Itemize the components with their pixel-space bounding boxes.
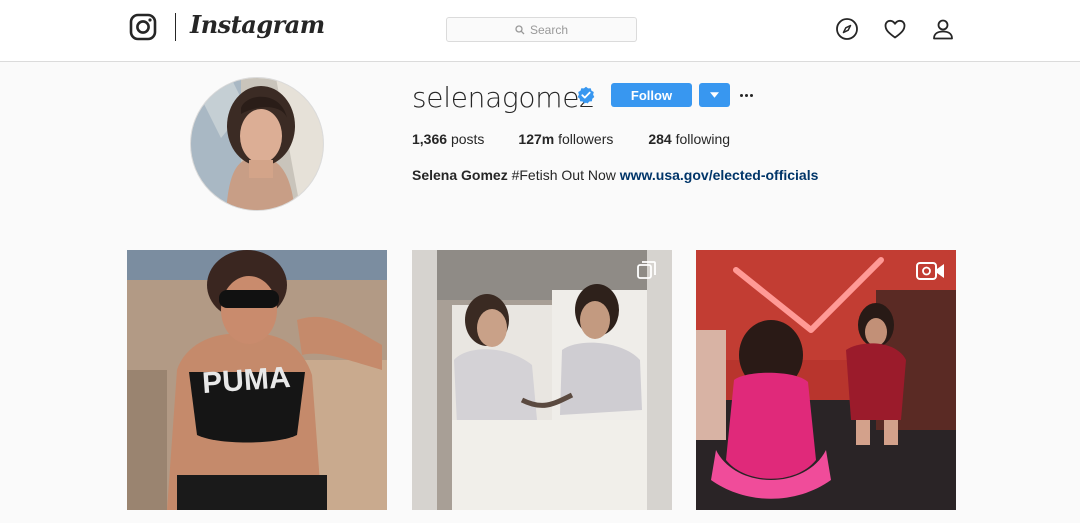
activity-heart-icon[interactable]: [883, 17, 907, 41]
bio-website-link[interactable]: www.usa.gov/elected-officials: [620, 167, 819, 183]
post-thumbnail[interactable]: [412, 250, 672, 510]
avatar-image: [191, 78, 323, 210]
followers-label: followers: [558, 131, 614, 147]
instagram-glyph-icon[interactable]: [129, 13, 157, 41]
follow-button[interactable]: Follow: [611, 83, 692, 107]
bio-text: #Fetish Out Now: [511, 167, 616, 183]
verified-badge-icon: [577, 86, 595, 104]
followers-count: 127m: [518, 131, 555, 147]
profile-stats: 1,366 posts 127m followers 284 following: [412, 131, 764, 147]
more-dot-icon: [739, 93, 743, 97]
svg-text:PUMA: PUMA: [201, 361, 291, 400]
instagram-logo-wordmark[interactable]: Instagram: [190, 10, 325, 39]
explore-compass-icon[interactable]: [835, 17, 859, 41]
video-camera-icon: [916, 262, 944, 280]
logo-divider: [175, 13, 176, 41]
carousel-icon: [637, 261, 656, 279]
search-placeholder: Search: [529, 22, 569, 37]
followers-stat[interactable]: 127m followers: [518, 131, 613, 147]
suggested-accounts-dropdown-button[interactable]: [699, 83, 730, 107]
search-input[interactable]: Search: [446, 17, 637, 42]
post-thumbnail[interactable]: [696, 250, 956, 510]
profile-person-icon[interactable]: [931, 17, 955, 41]
posts-count: 1,366: [412, 131, 448, 147]
more-dot-icon: [749, 93, 753, 97]
following-stat[interactable]: 284 following: [648, 131, 730, 147]
profile-avatar[interactable]: [190, 77, 324, 211]
more-options-button[interactable]: [737, 83, 755, 107]
post-thumbnail[interactable]: PUMA: [127, 250, 387, 510]
profile-username: selenagomez: [412, 81, 594, 114]
profile-bio: Selena Gomez #Fetish Out Now www.usa.gov…: [412, 167, 818, 183]
following-label: following: [675, 131, 731, 147]
posts-label: posts: [450, 131, 485, 147]
more-dot-icon: [744, 93, 748, 97]
chevron-down-icon: [710, 92, 719, 98]
top-navigation-bar: Instagram Search: [0, 0, 1080, 62]
posts-stat: 1,366 posts: [412, 131, 484, 147]
post-image: PUMA: [127, 250, 387, 510]
post-image: [412, 250, 672, 510]
following-count: 284: [648, 131, 672, 147]
search-icon: [515, 24, 525, 34]
bio-full-name: Selena Gomez: [412, 167, 508, 183]
post-image: [696, 250, 956, 510]
